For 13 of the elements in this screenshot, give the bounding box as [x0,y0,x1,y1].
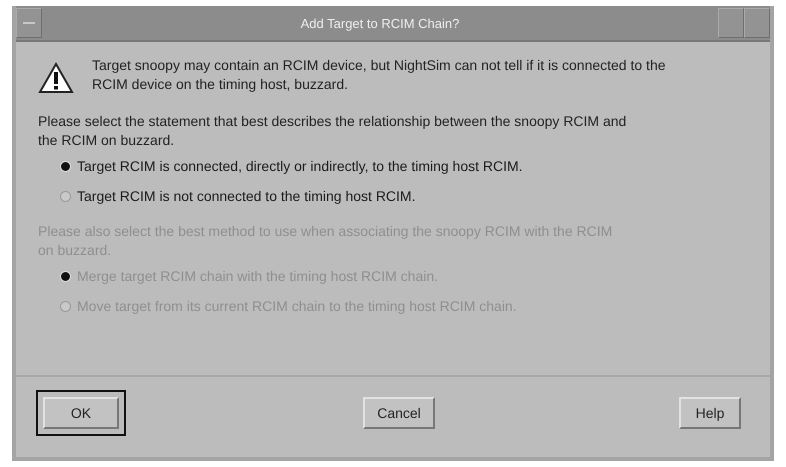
window-title: Add Target to RCIM Chain? [300,16,460,30]
prompt-text: Please select the statement that best describes the relationship between the snoopy RCIM and the RCIM on buzzard. [38,112,628,150]
window-menu-button[interactable] [16,8,42,38]
warning-icon [38,62,74,94]
radio-button[interactable] [60,190,71,202]
minimize-button[interactable] [718,8,744,38]
radio-option[interactable]: Target RCIM is connected, directly or indirectly, to the timing host RCIM. [60,158,523,174]
message-text: Target snoopy may contain an RCIM device, but NightSim can not tell if it is connected to the RCIM device on the timing host, buzzard. [92,56,667,94]
dialog-button[interactable]: OK [43,397,119,429]
maximize-button[interactable] [744,8,770,38]
dialog-button[interactable]: Cancel [363,397,435,429]
dialog-button[interactable]: Help [679,397,741,429]
radio-option[interactable]: Target RCIM is not connected to the timing host RCIM. [60,188,416,204]
